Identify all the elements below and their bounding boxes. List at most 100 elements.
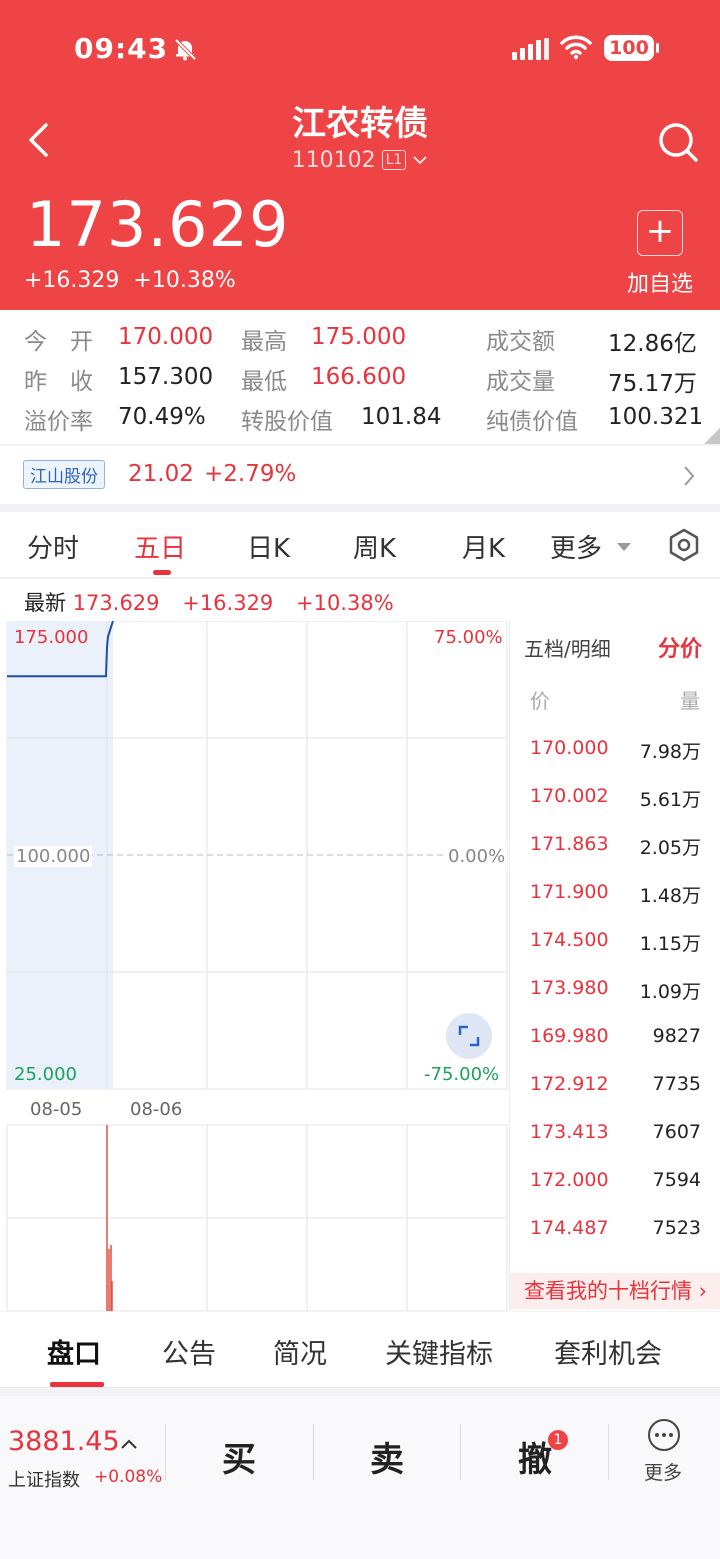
order-book-row: 169.980 9827 [510,1025,720,1073]
order-price: 172.000 [530,1169,609,1191]
tab-monthly-k[interactable]: 月K [462,528,505,565]
order-price: 174.500 [530,929,609,951]
order-price: 171.863 [530,833,609,855]
active-tab-indicator [153,570,171,575]
order-volume: 7735 [652,1073,701,1095]
latest-change-pct: +10.38% [295,591,394,615]
active-subtab-indicator [50,1382,104,1387]
caret-down-icon[interactable] [616,542,632,552]
order-book-tab[interactable]: 五档/明细 [524,633,611,662]
divider [165,1424,166,1480]
order-book-row: 173.980 1.09万 [510,977,720,1025]
tab-arbitrage[interactable]: 套利机会 [554,1332,662,1371]
latest-price-line: 最新 173.629 +16.329 +10.38% [0,579,720,621]
order-book-row: 170.000 7.98万 [510,737,720,785]
order-volume: 7.98万 [639,741,701,763]
price-chart[interactable] [0,621,509,1311]
tab-order-book[interactable]: 盘口 [47,1332,101,1371]
order-book-panel: 五档/明细 分价 价 量 170.000 7.98万 170.002 5.61万 171… [509,621,720,1311]
open-label: 今 开 [24,329,93,355]
volume-column-header: 量 [680,689,700,713]
order-price: 173.980 [530,977,609,999]
order-book-row: 172.912 7735 [510,1073,720,1121]
wifi-icon [560,35,592,60]
code-selector[interactable]: 110102 L1 [0,148,720,173]
latest-price: 173.629 [72,591,160,615]
tab-key-metrics[interactable]: 关键指标 [385,1332,493,1371]
order-volume: 5.61万 [639,789,701,811]
order-volume: 7607 [652,1121,701,1143]
premium-value: 70.49% [118,404,206,430]
tab-daily-k[interactable]: 日K [247,528,290,565]
tab-five-day[interactable]: 五日 [134,528,186,565]
quote-header: 09:43 100 江农转债 110102 L1 173.629 +16.329… [0,0,720,310]
chevron-up-icon [121,1439,137,1449]
order-price: 170.002 [530,785,609,807]
order-price: 169.980 [530,1025,609,1047]
view-ten-levels-label: 查看我的十档行情 [523,1279,692,1303]
order-price: 170.000 [530,737,609,759]
more-dots-icon[interactable] [647,1418,681,1452]
add-watchlist-label[interactable]: 加自选 [620,266,700,298]
sell-button[interactable]: 卖 [370,1432,404,1481]
more-label[interactable]: 更多 [644,1458,682,1485]
tab-announcements[interactable]: 公告 [162,1332,216,1371]
buy-button[interactable]: 买 [222,1432,256,1481]
low-value: 166.600 [311,364,407,390]
order-volume: 1.09万 [639,981,701,1003]
quote-stats: 今 开 170.000 最高 175.000 成交额 12.86亿 昨 收 15… [0,310,720,444]
view-ten-levels-link[interactable]: 查看我的十档行情 › [510,1273,720,1309]
tab-intraday[interactable]: 分时 [27,528,79,565]
low-label: 最低 [241,369,287,395]
y-tick-low: 25.000 [14,1064,77,1085]
settings-hexagon-icon[interactable] [668,528,700,562]
level-tag: L1 [381,150,407,170]
index-change: +0.08% [94,1467,163,1487]
search-icon[interactable] [656,120,700,164]
bond-value-label: 纯债价值 [486,409,578,435]
price-change: +16.329 +10.38% [24,268,250,293]
related-stock-row[interactable]: 江山股份 21.02 +2.79% [0,446,720,504]
order-volume: 1.48万 [639,885,701,907]
y-pct-mid: 0.00% [446,846,508,867]
expand-corner-icon[interactable] [704,428,720,444]
x-tick: 08-05 [30,1099,83,1120]
y-pct-low: -75.00% [424,1064,500,1085]
order-price: 174.487 [530,1217,609,1239]
order-book-row: 174.500 1.15万 [510,929,720,977]
battery-icon: 100 [604,35,659,61]
cancel-order-button[interactable]: 撤 [518,1432,552,1481]
latest-change: +16.329 [182,591,274,615]
order-volume: 7594 [652,1169,701,1191]
fullscreen-button[interactable] [446,1013,492,1059]
turnover-label: 成交额 [486,329,555,355]
order-book-row: 170.002 5.61万 [510,785,720,833]
chevron-down-icon [413,156,428,165]
chart-area: 175.000 100.000 25.000 75.00% 0.00% -75.… [0,621,720,1311]
open-value: 170.000 [118,324,214,350]
related-stock-price: 21.02 [128,461,194,487]
status-bar: 09:43 100 [0,28,720,72]
conv-value-label: 转股价值 [241,409,333,435]
add-watchlist-button[interactable]: + [637,210,683,256]
fullscreen-icon [458,1025,480,1047]
price-distribution-tab[interactable]: 分价 [658,631,702,663]
divider [313,1424,314,1480]
price-column-header: 价 [530,689,550,713]
current-price: 173.629 [26,188,290,261]
cancel-count-badge: 1 [548,1430,568,1450]
y-pct-high: 75.00% [434,627,503,648]
tab-weekly-k[interactable]: 周K [353,528,396,565]
conv-value: 101.84 [361,404,442,430]
tab-more[interactable]: 更多 [550,528,602,565]
tab-overview[interactable]: 简况 [273,1332,327,1371]
prev-close-label: 昨 收 [24,369,93,395]
order-book-row: 171.863 2.05万 [510,833,720,881]
order-book-row: 171.900 1.48万 [510,881,720,929]
order-book-row: 174.487 7523 [510,1217,720,1265]
clock: 09:43 [74,32,169,65]
bell-muted-icon [174,38,197,61]
bond-name: 江农转债 [292,104,428,144]
order-volume: 2.05万 [639,837,701,859]
y-tick-mid: 100.000 [14,846,93,867]
